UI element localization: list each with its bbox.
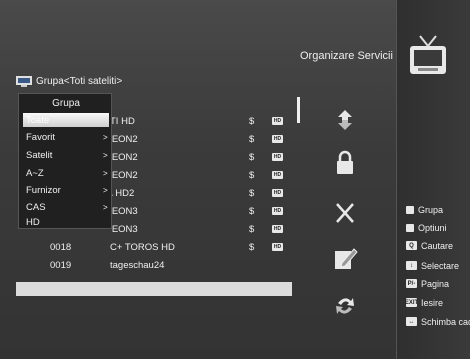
popup-title: Grupa [52, 98, 80, 109]
hd-badge: HD [272, 207, 283, 215]
popup-item-label: Favorit [26, 131, 56, 143]
popup-item-all[interactable]: Toate [23, 113, 109, 127]
scrambled-indicator: $ [249, 223, 255, 235]
delete-icon[interactable] [332, 200, 358, 226]
legend-optiuni[interactable]: Optiuni [406, 221, 447, 234]
popup-item-cas[interactable]: CAS > [23, 200, 109, 214]
updown-key-icon: ↕ [406, 261, 417, 270]
scrollbar[interactable] [297, 97, 300, 123]
popup-item-satellite[interactable]: Satelit > [23, 148, 109, 162]
channel-number: 0019 [50, 259, 72, 271]
popup-item-label: Furnizor [26, 184, 61, 196]
legend-iesire[interactable]: EXIT Iesire [404, 296, 444, 309]
legend-label: Iesire [421, 297, 444, 308]
scrambled-indicator: $ [249, 151, 255, 163]
popup-item-label: Satelit [26, 149, 53, 161]
satellite-list-icon [16, 75, 32, 87]
search-key-icon: Q [406, 241, 417, 250]
hd-badge: HD [272, 117, 283, 125]
chevron-right-icon: > [103, 168, 108, 178]
channel-name: TI HD [110, 115, 135, 127]
popup-item-label: Toate [26, 114, 50, 126]
scrambled-indicator: $ [249, 133, 255, 145]
legend-label: Pagina [421, 278, 450, 289]
leftright-key-icon: ↔ [406, 317, 417, 326]
hd-badge: HD [272, 243, 283, 251]
legend-grupa[interactable]: Grupa [406, 203, 443, 216]
lock-icon[interactable] [332, 150, 358, 176]
channel-name: 'EON2 [110, 151, 138, 163]
scrambled-indicator: $ [249, 115, 255, 127]
move-icon[interactable] [332, 107, 358, 133]
white-key-icon [406, 205, 414, 214]
tv-icon [398, 30, 458, 90]
channel-name: C+ TOROS HD [110, 241, 175, 253]
scrambled-indicator: $ [249, 169, 255, 181]
popup-item-provider[interactable]: Furnizor > [23, 183, 109, 197]
popup-item-label: HD [26, 216, 40, 228]
table-row[interactable]: 0018 C+ TOROS HD $ HD [16, 238, 292, 256]
screen: Organizare Servicii Grupa<Toti sateliti>… [0, 0, 470, 359]
popup-item-favorite[interactable]: Favorit > [23, 130, 109, 144]
skip-icon[interactable] [332, 293, 358, 319]
legend-pagina[interactable]: P/- Pagina [406, 277, 449, 290]
popup-item-label: A~Z [26, 167, 44, 179]
chevron-right-icon: > [103, 185, 108, 195]
chevron-right-icon: > [103, 150, 108, 160]
channel-name: 'EON2 [110, 169, 138, 181]
channel-name: tageschau24 [110, 259, 165, 271]
channel-name: 'EON3 [110, 205, 138, 217]
popup-item-a-z[interactable]: A~Z > [23, 166, 109, 180]
hd-badge: HD [272, 225, 283, 233]
chevron-right-icon: > [103, 132, 108, 142]
channel-name: \ HD2 [110, 187, 135, 199]
channel-name: 'EON3 [110, 223, 138, 235]
page-key-icon: P/- [406, 279, 417, 288]
legend-schimba-cadru[interactable]: ↔ Schimba cadru [406, 315, 470, 328]
page-title: Organizare Servicii [300, 50, 393, 62]
channel-number: 0018 [50, 241, 72, 253]
popup-item-label: CAS [26, 201, 46, 213]
legend-cautare[interactable]: Q Cautare [406, 239, 453, 252]
legend-selectare[interactable]: ↕ Selectare [406, 259, 459, 272]
scrambled-indicator: $ [249, 241, 255, 253]
scrambled-indicator: $ [249, 187, 255, 199]
hd-badge: HD [272, 189, 283, 197]
group-title: Grupa<Toti sateliti> [36, 75, 123, 87]
hd-badge: HD [272, 171, 283, 179]
legend-label: Selectare [421, 260, 460, 271]
legend-label: Grupa [418, 204, 444, 215]
rename-icon[interactable] [332, 245, 358, 271]
scrambled-indicator: $ [249, 205, 255, 217]
popup-item-hd[interactable]: HD [23, 215, 109, 229]
legend-label: Optiuni [418, 222, 447, 233]
channel-name: 'EON2 [110, 133, 138, 145]
legend-label: Schimba cadru [421, 316, 470, 327]
selected-row[interactable] [16, 282, 292, 296]
table-row[interactable]: 0019 tageschau24 [16, 256, 292, 274]
white-key-icon [406, 223, 414, 232]
chevron-right-icon: > [103, 202, 108, 212]
hd-badge: HD [272, 135, 283, 143]
exit-key-icon: EXIT [404, 298, 419, 307]
legend-label: Cautare [421, 240, 454, 251]
group-title-row: Grupa<Toti sateliti> [16, 74, 122, 88]
group-popup: Grupa Toate Favorit > Satelit > A~Z > Fu… [18, 93, 112, 229]
hd-badge: HD [272, 153, 283, 161]
